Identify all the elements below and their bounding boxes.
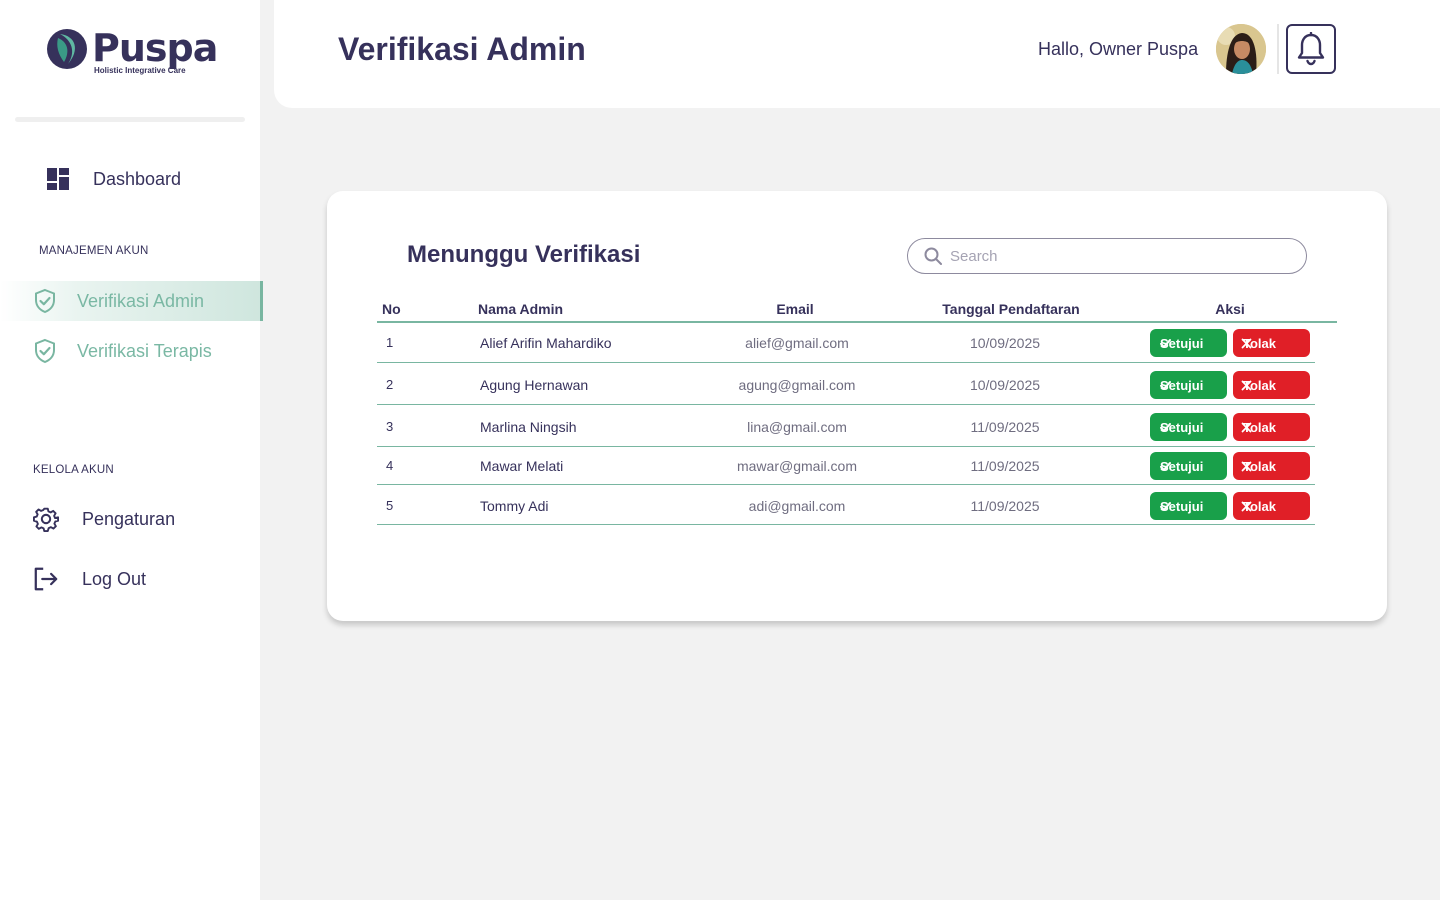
cell-date: 10/09/2025 <box>969 335 1041 351</box>
sidebar: Puspa Holistic Integrative Care Dashboar… <box>0 0 263 900</box>
approve-button[interactable]: Setujui <box>1150 492 1227 520</box>
approve-label: Setujui <box>1160 419 1204 435</box>
cell-date: 11/09/2025 <box>970 458 1040 474</box>
approve-label: Setujui <box>1160 458 1204 474</box>
approve-label: Setujui <box>1160 498 1204 514</box>
reject-label: Tolak <box>1243 335 1276 351</box>
cell-date: 11/09/2025 <box>970 498 1040 514</box>
approve-label: Setujui <box>1160 377 1204 393</box>
dashboard-icon <box>45 166 71 192</box>
cell-name: Alief Arifin Mahardiko <box>480 335 612 351</box>
approve-button[interactable]: Setujui <box>1150 329 1227 357</box>
cell-email: lina@gmail.com <box>747 419 847 435</box>
table-row: 2 Agung Hernawan agung@gmail.com 10/09/2025… <box>377 365 1315 405</box>
sidebar-item-verifikasi-admin[interactable]: Verifikasi Admin <box>0 281 263 321</box>
notification-button[interactable] <box>1286 24 1336 74</box>
sidebar-item-label: Verifikasi Terapis <box>77 340 212 361</box>
cell-email: agung@gmail.com <box>738 377 856 393</box>
gear-icon <box>33 506 59 533</box>
cell-email: mawar@gmail.com <box>736 458 857 474</box>
cell-name: Tommy Adi <box>480 498 549 514</box>
section-label-manajemen-akun: MANAJEMEN AKUN <box>39 245 149 257</box>
cell-name: Agung Hernawan <box>480 377 589 393</box>
shield-check-icon <box>32 288 58 314</box>
search-box[interactable] <box>907 238 1307 274</box>
page-title: Verifikasi Admin <box>338 31 586 67</box>
column-header-name: Nama Admin <box>478 301 564 317</box>
sidebar-item-label: Log Out <box>82 568 147 589</box>
approve-label: Setujui <box>1160 335 1204 351</box>
reject-button[interactable]: Tolak <box>1233 371 1310 399</box>
cell-name: Marlina Ningsih <box>480 419 577 435</box>
column-header-action: Aksi <box>1215 301 1245 317</box>
table-row: 5 Tommy Adi adi@gmail.com 11/09/2025 Setujui… <box>377 487 1315 525</box>
approve-button[interactable]: Setujui <box>1150 371 1227 399</box>
table-row: 3 Marlina Ningsih lina@gmail.com 11/09/2025… <box>377 407 1315 447</box>
logout-icon <box>33 566 59 592</box>
column-header-email: Email <box>776 301 814 317</box>
cell-no: 1 <box>386 335 394 350</box>
cell-no: 2 <box>386 377 394 392</box>
table-row: 1 Alief Arifin Mahardiko alief@gmail.com 10… <box>377 323 1315 363</box>
cell-email: adi@gmail.com <box>748 498 846 514</box>
reject-button[interactable]: Tolak <box>1233 492 1310 520</box>
approve-button[interactable]: Setujui <box>1150 413 1227 441</box>
table-row: 4 Mawar Melati mawar@gmail.com 11/09/2025 Se… <box>377 447 1315 485</box>
table-header: No Nama Admin Email Tanggal Pendaftaran … <box>377 299 1337 323</box>
card-title: Menunggu Verifikasi <box>407 241 641 268</box>
greeting-text: Hallo, Owner Puspa <box>1038 39 1199 59</box>
brand-logo[interactable]: Puspa Holistic Integrative Care <box>46 26 218 75</box>
cell-email: alief@gmail.com <box>745 335 849 351</box>
sidebar-item-label: Dashboard <box>93 168 182 189</box>
cell-name: Mawar Melati <box>480 458 564 474</box>
column-header-date: Tanggal Pendaftaran <box>942 301 1080 317</box>
reject-label: Tolak <box>1243 419 1276 435</box>
sidebar-item-dashboard[interactable]: Dashboard <box>45 166 181 192</box>
search-input[interactable] <box>950 247 1280 265</box>
reject-label: Tolak <box>1243 377 1276 393</box>
cell-date: 11/09/2025 <box>970 419 1040 435</box>
header-divider <box>1277 24 1279 74</box>
sidebar-item-pengaturan[interactable]: Pengaturan <box>33 506 176 533</box>
shield-check-icon <box>32 338 58 364</box>
cell-no: 3 <box>386 419 394 434</box>
cell-date: 10/09/2025 <box>969 377 1041 393</box>
top-header: Verifikasi Admin Hallo, Owner Puspa <box>274 0 1440 108</box>
cell-no: 4 <box>386 458 394 473</box>
reject-label: Tolak <box>1243 498 1276 514</box>
sidebar-item-verifikasi-terapis[interactable]: Verifikasi Terapis <box>32 338 212 364</box>
bell-icon <box>1297 32 1325 66</box>
reject-button[interactable]: Tolak <box>1233 452 1310 480</box>
puspa-logo-icon <box>46 28 88 70</box>
sidebar-item-label: Verifikasi Admin <box>77 290 205 311</box>
search-icon <box>924 247 942 265</box>
approve-button[interactable]: Setujui <box>1150 452 1227 480</box>
sidebar-item-logout[interactable]: Log Out <box>33 566 146 592</box>
column-header-no: No <box>382 301 401 317</box>
brand-name: Puspa <box>92 26 218 70</box>
reject-label: Tolak <box>1243 458 1276 474</box>
sidebar-divider <box>15 117 245 122</box>
cell-no: 5 <box>386 498 394 513</box>
reject-button[interactable]: Tolak <box>1233 413 1310 441</box>
verification-card: Menunggu Verifikasi No Nama Admin Email … <box>327 191 1387 621</box>
sidebar-item-label: Pengaturan <box>82 508 176 529</box>
section-label-kelola-akun: KELOLA AKUN <box>33 464 114 476</box>
avatar[interactable] <box>1216 24 1266 74</box>
reject-button[interactable]: Tolak <box>1233 329 1310 357</box>
